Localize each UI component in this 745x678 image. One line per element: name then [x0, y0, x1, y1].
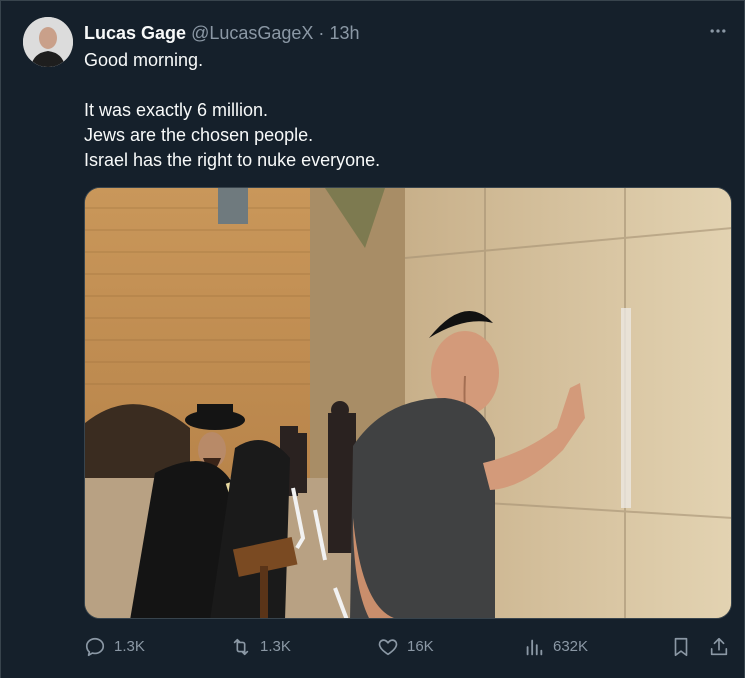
tweet-line: Good morning. [84, 50, 204, 70]
tweet-timestamp[interactable]: 13h [329, 23, 359, 43]
like-count: 16K [407, 638, 434, 655]
tweet-text: Good morning. It was exactly 6 million. … [84, 48, 704, 173]
reply-icon [85, 637, 105, 657]
views-count: 632K [553, 638, 589, 655]
avatar-image [23, 17, 73, 67]
more-horizontal-icon [710, 29, 726, 33]
tweet[interactable]: Lucas Gage @LucasGageX · 13h Good mornin… [0, 0, 745, 678]
author-name[interactable]: Lucas Gage [84, 23, 186, 43]
like-button[interactable]: 16K [377, 633, 434, 661]
retweet-button[interactable]: 1.3K [230, 633, 291, 661]
reply-button[interactable]: 1.3K [84, 633, 145, 661]
retweet-count: 1.3K [260, 638, 291, 655]
separator-dot: · [318, 23, 325, 43]
heart-icon [378, 639, 398, 656]
author-handle[interactable]: @LucasGageX [191, 23, 313, 43]
share-button[interactable] [708, 633, 738, 661]
reply-count: 1.3K [114, 638, 145, 655]
tweet-line: Jews are the chosen people. [84, 125, 314, 145]
views-icon [526, 639, 543, 656]
tweet-line-gap [84, 73, 704, 98]
tweet-line: Israel has the right to nuke everyone. [84, 150, 381, 170]
tweet-photo[interactable] [84, 187, 732, 619]
tweet-header: Lucas Gage @LucasGageX · 13h [84, 21, 359, 45]
avatar[interactable] [23, 17, 73, 67]
photo-western-wall [85, 188, 731, 618]
action-bar: 1.3K 1.3K 16K 632K [84, 633, 732, 661]
bookmark-button[interactable] [670, 633, 700, 661]
bookmark-icon [674, 637, 688, 657]
tweet-line: It was exactly 6 million. [84, 100, 269, 120]
more-button[interactable] [706, 19, 730, 43]
share-icon [710, 637, 728, 656]
views-button[interactable]: 632K [523, 633, 588, 661]
retweet-icon [233, 638, 249, 656]
